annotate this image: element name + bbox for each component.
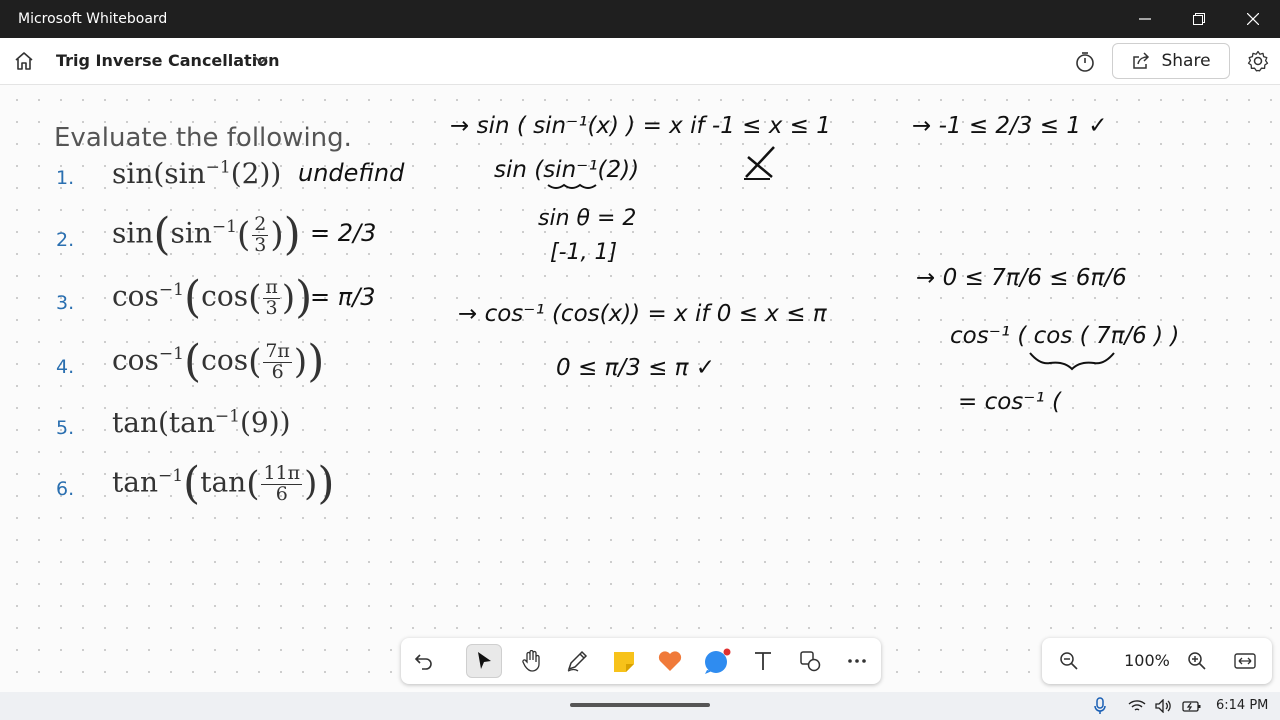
- minimize-button[interactable]: [1118, 0, 1172, 38]
- restore-button[interactable]: [1172, 0, 1226, 38]
- share-button[interactable]: Share: [1112, 43, 1230, 79]
- ink-cos-seven-pi-six: cos⁻¹ ( cos ( 7π/6 ) ): [950, 323, 1179, 349]
- close-icon: [1247, 13, 1259, 25]
- ink-q1-answer: undefind: [298, 159, 405, 187]
- volume-icon[interactable]: [1154, 696, 1174, 716]
- ink-sin-example: sin (sin⁻¹(2)): [494, 157, 639, 183]
- sticky-note-icon: [614, 652, 634, 672]
- microphone-icon[interactable]: [1090, 696, 1110, 716]
- board-title[interactable]: Trig Inverse Cancellation: [56, 51, 280, 70]
- chat-bubble-icon: [705, 648, 731, 674]
- reactions-tool[interactable]: [652, 644, 688, 678]
- shapes-icon: [800, 651, 821, 672]
- shapes-tool[interactable]: [792, 644, 828, 678]
- text-tool[interactable]: [745, 644, 781, 678]
- ink-check-seven-pi-six: → 0 ≤ 7π/6 ≤ 6π/6: [916, 265, 1127, 291]
- heart-icon: [658, 651, 682, 671]
- restore-icon: [1193, 13, 1205, 25]
- share-icon: [1133, 52, 1150, 69]
- title-menu-button[interactable]: [252, 51, 270, 69]
- home-icon: [15, 52, 33, 70]
- settings-button[interactable]: [1244, 47, 1272, 75]
- share-label: Share: [1161, 51, 1211, 71]
- timer-icon: [1076, 52, 1094, 72]
- creation-toolbar: [401, 638, 881, 684]
- text-icon: [755, 652, 771, 670]
- ink-check-pi-third: 0 ≤ π/3 ≤ π ✓: [556, 355, 715, 381]
- pen-tool[interactable]: [559, 644, 595, 678]
- ink-q2-answer: = 2/3: [310, 219, 376, 247]
- ink-underbrace: [1029, 352, 1115, 371]
- undo-icon: [414, 654, 432, 670]
- zoom-in-button[interactable]: [1183, 647, 1211, 675]
- fit-to-screen-button[interactable]: [1231, 647, 1259, 675]
- gear-icon: [1247, 50, 1269, 72]
- battery-icon[interactable]: [1182, 696, 1202, 716]
- ink-cross-mark: [744, 146, 775, 180]
- board-toolbar: Trig Inverse Cancellation Share: [0, 38, 1280, 85]
- taskbar: 6:14 PM: [0, 692, 1280, 720]
- pointer-icon: [478, 652, 491, 669]
- ink-sin-theta: sin θ = 2: [538, 206, 636, 231]
- title-bar: Microsoft Whiteboard: [0, 0, 1280, 38]
- ink-q3-answer: = π/3: [310, 283, 376, 311]
- hand-icon: [522, 650, 540, 672]
- more-tools-button[interactable]: [839, 644, 875, 678]
- timer-button[interactable]: [1072, 49, 1098, 75]
- ink-cos-rule: → cos⁻¹ (cos(x)) = x if 0 ≤ x ≤ π: [458, 301, 828, 327]
- ink-underline: [547, 183, 597, 189]
- ink-check-two-thirds: → -1 ≤ 2/3 ≤ 1 ✓: [912, 113, 1108, 139]
- minimize-icon: [1139, 18, 1151, 20]
- chevron-down-icon: [254, 56, 268, 65]
- zoom-in-icon: [1188, 652, 1206, 670]
- copilot-tool[interactable]: [699, 644, 735, 678]
- home-button[interactable]: [10, 47, 38, 75]
- zoom-controls: 100%: [1042, 638, 1272, 684]
- gesture-handle[interactable]: [570, 703, 710, 707]
- pan-tool[interactable]: [513, 644, 549, 678]
- ink-sin-rule: → sin ( sin⁻¹(x) ) = x if -1 ≤ x ≤ 1: [450, 113, 831, 139]
- ink-cos-partial: = cos⁻¹ (: [958, 389, 1062, 415]
- select-tool[interactable]: [466, 644, 502, 678]
- wifi-icon[interactable]: [1127, 696, 1147, 716]
- app-title: Microsoft Whiteboard: [18, 11, 168, 27]
- close-button[interactable]: [1226, 0, 1280, 38]
- zoom-out-button[interactable]: [1055, 647, 1083, 675]
- zoom-level[interactable]: 100%: [1112, 651, 1182, 670]
- clock[interactable]: 6:14 PM: [1216, 698, 1268, 713]
- ink-interval: [-1, 1]: [550, 240, 617, 265]
- more-icon: [848, 659, 866, 663]
- fit-screen-icon: [1234, 653, 1256, 669]
- whiteboard-canvas[interactable]: Evaluate the following. 1. sin(sin−1(2))…: [0, 85, 1280, 692]
- zoom-out-icon: [1060, 652, 1078, 670]
- ink-layer: undefind = 2/3 = π/3 → sin ( sin⁻¹(x) ) …: [298, 113, 1179, 415]
- pen-icon: [567, 650, 588, 672]
- undo-button[interactable]: [406, 644, 442, 678]
- sticky-note-tool[interactable]: [606, 644, 642, 678]
